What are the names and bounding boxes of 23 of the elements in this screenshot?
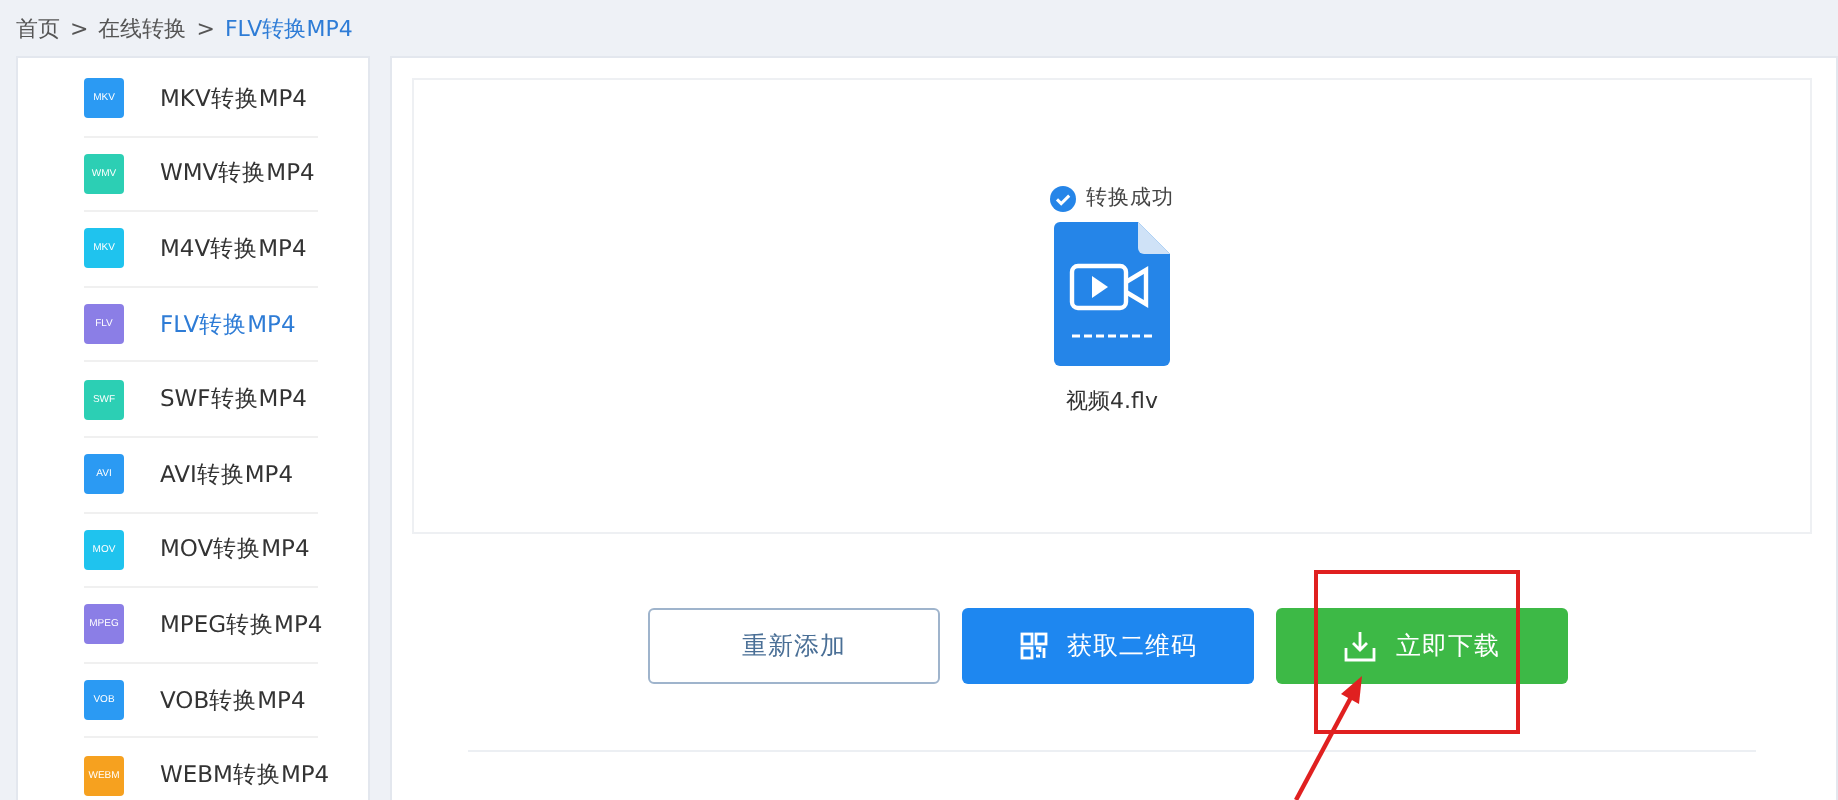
breadcrumb-separator: > xyxy=(70,15,89,41)
breadcrumb-separator: > xyxy=(196,15,215,41)
file-name: 视频4.flv xyxy=(1066,386,1158,416)
sidebar-link[interactable]: FLV转换MP4 xyxy=(160,309,296,340)
sidebar-link[interactable]: SWF转换MP4 xyxy=(160,384,307,415)
sidebar-link[interactable]: AVI转换MP4 xyxy=(160,459,294,490)
sidebar-link[interactable]: WMV转换MP4 xyxy=(160,158,315,189)
sidebar-link[interactable]: MPEG转换MP4 xyxy=(160,609,323,640)
sidebar-link[interactable]: M4V转换MP4 xyxy=(160,233,307,264)
breadcrumb-link[interactable]: 首页 xyxy=(16,13,60,43)
check-icon xyxy=(1050,185,1076,211)
qr-code-icon xyxy=(1019,632,1047,660)
video-file-icon xyxy=(1054,222,1170,366)
sidebar-link[interactable]: WEBM转换MP4 xyxy=(160,760,330,791)
sidebar-link[interactable]: VOB转换MP4 xyxy=(160,685,306,716)
breadcrumb-link[interactable]: 在线转换 xyxy=(98,13,187,43)
qr-code-button[interactable]: 获取二维码 xyxy=(962,608,1254,684)
download-icon xyxy=(1344,630,1376,662)
status-text: 转换成功 xyxy=(1086,184,1174,212)
sidebar-link[interactable]: MOV转换MP4 xyxy=(160,534,310,565)
re-add-button[interactable]: 重新添加 xyxy=(648,608,940,684)
breadcrumb-link[interactable]: FLV转换MP4 xyxy=(224,13,353,43)
sidebar-link[interactable]: MKV转换MP4 xyxy=(160,83,308,114)
